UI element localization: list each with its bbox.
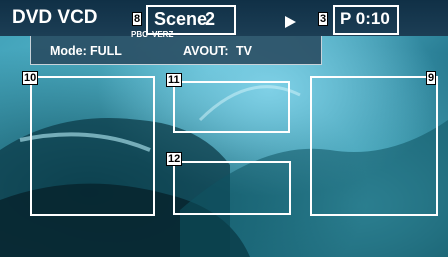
play-icon xyxy=(285,16,296,28)
mode-label: Mode: xyxy=(50,44,87,58)
pbc-label: PBC xyxy=(131,30,148,39)
source-title: DVD VCD xyxy=(12,7,98,28)
callout-badge-time: 3 xyxy=(318,12,329,26)
scene-label: Scene xyxy=(154,9,208,29)
verz-label: VERZ xyxy=(152,30,174,39)
touch-zone-right[interactable] xyxy=(310,76,438,216)
callout-badge-bottom-center-zone: 12 xyxy=(166,152,183,166)
callout-badge-top-center-zone: 11 xyxy=(166,73,182,87)
play-time: P 0:10 xyxy=(340,9,390,28)
touch-zone-top-center[interactable] xyxy=(173,81,290,133)
scene-number: 2 xyxy=(205,9,216,29)
avout-label: AVOUT: xyxy=(183,44,229,58)
callout-badge-left-zone: 10 xyxy=(22,71,39,85)
mode-value: FULL xyxy=(90,44,122,58)
avout-value: TV xyxy=(236,44,252,58)
touch-zone-bottom-center[interactable] xyxy=(173,161,291,215)
touch-zone-left[interactable] xyxy=(30,76,155,216)
dvd-screen: DVD VCD 8 Scene 2 3 P 0:10 PBC VERZ Mode… xyxy=(0,0,448,257)
callout-badge-right-zone: 9 xyxy=(426,71,437,85)
callout-badge-scene: 8 xyxy=(132,12,143,26)
